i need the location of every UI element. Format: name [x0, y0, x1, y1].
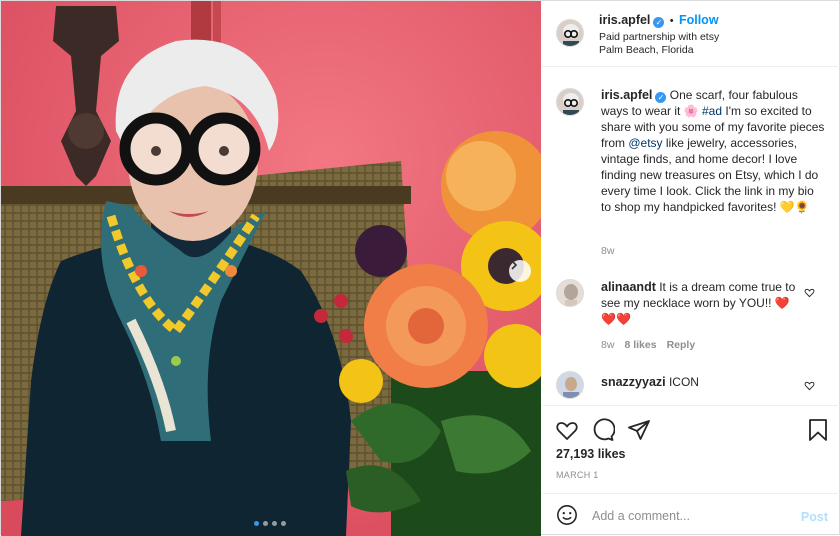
- caption-avatar[interactable]: [556, 88, 584, 116]
- verified-icon: ✓: [653, 17, 665, 28]
- comments-area[interactable]: iris.apfel ✓ One scarf, four fabulous way…: [542, 68, 840, 405]
- follow-button[interactable]: Follow: [679, 13, 719, 27]
- hashtag-link[interactable]: #ad: [702, 104, 722, 118]
- caption: iris.apfel ✓ One scarf, four fabulous way…: [601, 87, 827, 215]
- comment-input[interactable]: [592, 506, 792, 526]
- carousel-dot: [263, 521, 268, 526]
- carousel-indicator: [254, 521, 286, 526]
- instagram-post: iris.apfel ✓ • Follow Paid partnership wi…: [0, 0, 840, 536]
- comment-meta: 8w 8 likes Reply: [601, 339, 695, 351]
- avatar-image: [557, 280, 583, 306]
- comment-composer: Post: [542, 493, 840, 536]
- save-icon[interactable]: [807, 418, 829, 442]
- comment-username[interactable]: snazzyyazi: [601, 375, 666, 389]
- comment-icon[interactable]: [591, 418, 615, 442]
- next-arrow-icon: [511, 260, 518, 270]
- location-link[interactable]: Palm Beach, Florida: [599, 44, 694, 57]
- avatar-image: [557, 89, 583, 115]
- carousel-dot: [281, 521, 286, 526]
- heart-icon[interactable]: [555, 418, 579, 442]
- author-username[interactable]: iris.apfel: [599, 13, 650, 27]
- post-comment-button[interactable]: Post: [801, 510, 828, 524]
- heart-icon[interactable]: [804, 287, 815, 298]
- comment-username[interactable]: alinaandt: [601, 280, 656, 294]
- post-date[interactable]: MARCH 1: [556, 470, 599, 480]
- action-bar: 27,193 likes MARCH 1: [542, 405, 840, 493]
- reply-button[interactable]: Reply: [667, 339, 696, 351]
- commenter-avatar[interactable]: [556, 371, 584, 399]
- post-side-panel: iris.apfel ✓ • Follow Paid partnership wi…: [542, 1, 840, 536]
- post-header: iris.apfel ✓ • Follow Paid partnership wi…: [542, 1, 840, 67]
- share-icon[interactable]: [627, 418, 651, 442]
- heart-flower-emoji: 💛🌻: [779, 200, 810, 214]
- next-photo-button[interactable]: [509, 260, 531, 282]
- mention-link[interactable]: @etsy: [628, 136, 662, 150]
- commenter-avatar[interactable]: [556, 279, 584, 307]
- author-avatar[interactable]: [556, 19, 584, 47]
- likes-count[interactable]: 27,193 likes: [556, 447, 626, 461]
- comment-age[interactable]: 8w: [601, 339, 614, 351]
- comment: alinaandt It is a dream come true to see…: [601, 279, 801, 327]
- verified-icon: ✓: [655, 92, 667, 103]
- partnership-label[interactable]: Paid partnership with etsy: [599, 31, 719, 44]
- avatar-image: [557, 20, 583, 46]
- comment: snazzyyazi ICON: [601, 374, 699, 390]
- post-photo[interactable]: [1, 1, 541, 536]
- emoji-icon[interactable]: [556, 504, 578, 526]
- photo-illustration: [1, 1, 541, 536]
- avatar-image: [557, 372, 583, 398]
- caption-username[interactable]: iris.apfel: [601, 88, 652, 102]
- separator-dot: •: [669, 15, 674, 27]
- flower-emoji: 🌸: [683, 104, 699, 118]
- carousel-dot: [272, 521, 277, 526]
- comment-text: ICON: [668, 375, 699, 389]
- heart-icon[interactable]: [804, 380, 815, 391]
- comment-likes[interactable]: 8 likes: [624, 339, 656, 351]
- carousel-dot: [254, 521, 259, 526]
- caption-age[interactable]: 8w: [601, 245, 614, 257]
